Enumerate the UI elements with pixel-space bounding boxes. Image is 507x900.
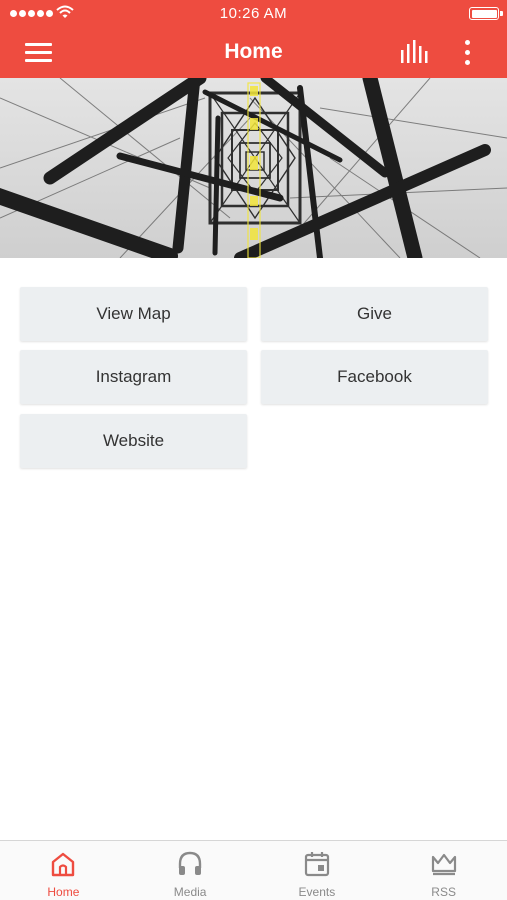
tab-label: RSS: [431, 885, 456, 899]
tab-home[interactable]: Home: [0, 841, 127, 900]
menu-button[interactable]: [20, 38, 60, 68]
bottom-tab-bar: Home Media Events RSS: [0, 840, 507, 900]
view-map-button[interactable]: View Map: [20, 287, 247, 341]
audio-levels-icon[interactable]: [396, 38, 434, 68]
tab-media[interactable]: Media: [127, 841, 254, 900]
battery-icon: [469, 7, 503, 20]
hero-image: [0, 78, 507, 258]
calendar-icon: [304, 852, 329, 877]
tab-rss[interactable]: RSS: [380, 841, 507, 900]
status-time: 10:26 AM: [219, 5, 288, 22]
status-bar: 10:26 AM: [0, 0, 507, 28]
crown-icon: [431, 853, 456, 876]
navigation-bar: Home: [0, 28, 507, 78]
home-icon: [52, 852, 75, 877]
app-header: 10:26 AM Home: [0, 0, 507, 78]
tab-label: Events: [298, 885, 336, 899]
headphones-icon: [178, 851, 202, 875]
facebook-button[interactable]: Facebook: [261, 350, 488, 404]
tab-label: Media: [173, 885, 207, 899]
tab-events[interactable]: Events: [254, 841, 381, 900]
instagram-button[interactable]: Instagram: [20, 350, 247, 404]
give-button[interactable]: Give: [261, 287, 488, 341]
website-button[interactable]: Website: [20, 414, 247, 468]
tab-label: Home: [47, 885, 80, 899]
more-options-button[interactable]: [456, 36, 480, 70]
